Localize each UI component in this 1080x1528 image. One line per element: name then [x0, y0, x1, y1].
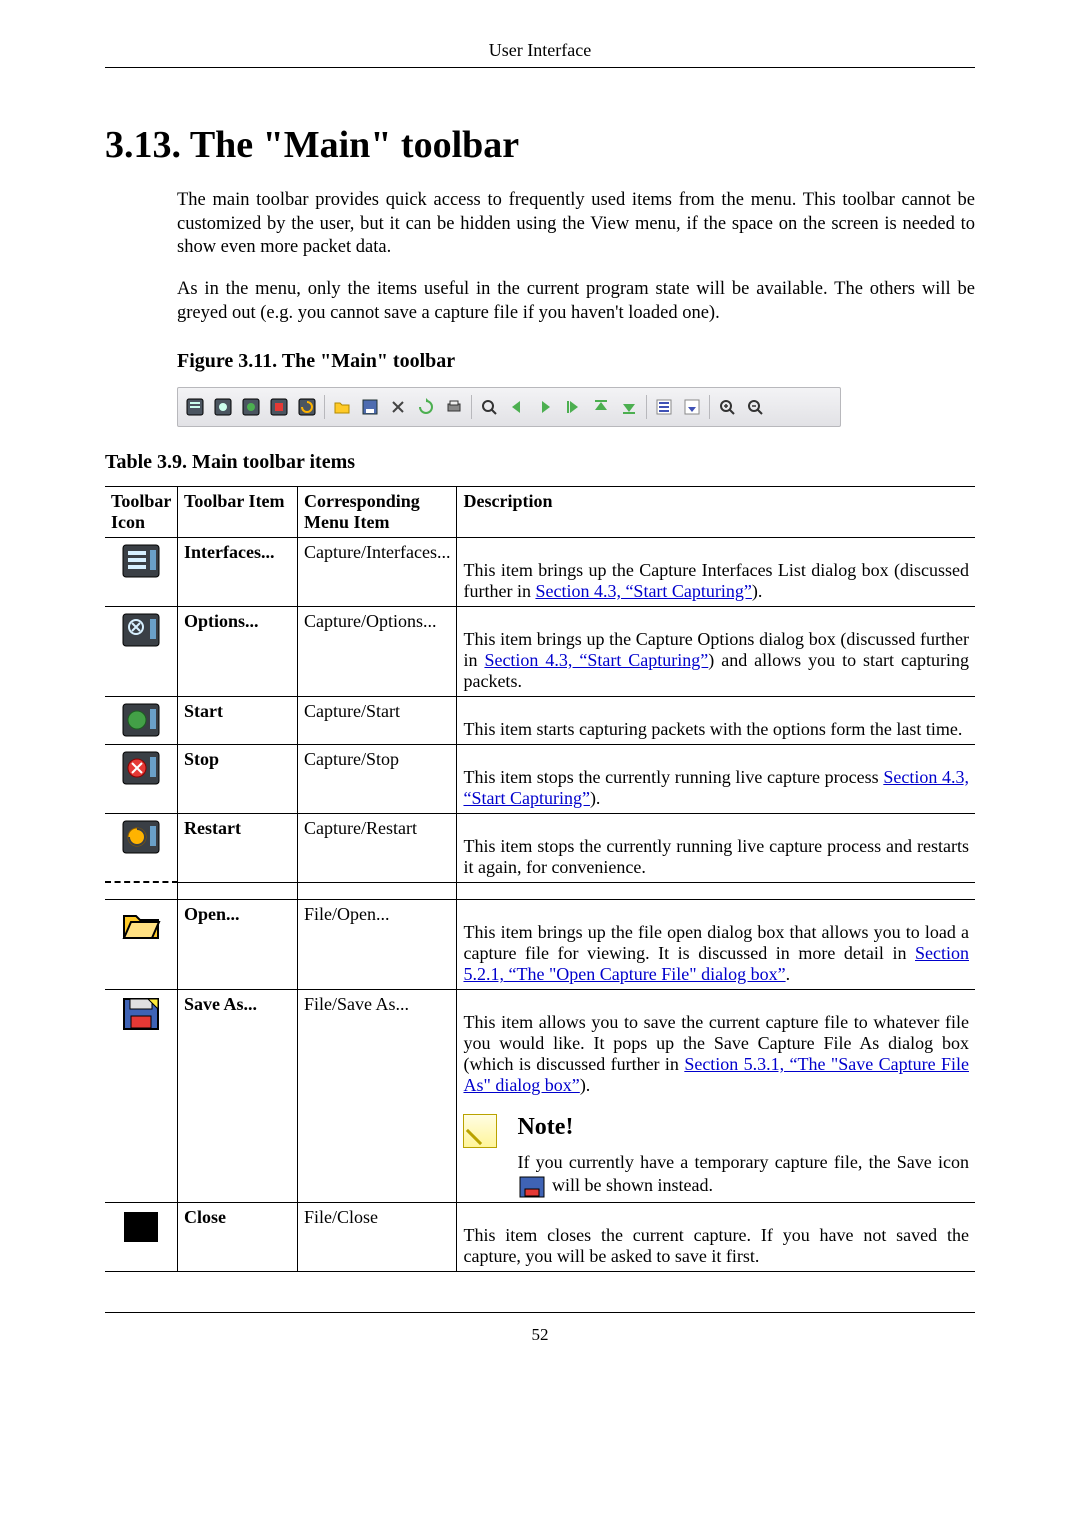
zoom-out-icon[interactable] [744, 396, 766, 418]
row-desc: This item brings up the file open dialog… [457, 900, 975, 990]
save-icon[interactable] [359, 396, 381, 418]
paragraph: The main toolbar provides quick access t… [177, 189, 975, 260]
row-item: Restart [178, 813, 298, 882]
table-row: Options... Capture/Options... This item … [105, 606, 975, 696]
row-item: Close [178, 1202, 298, 1271]
row-icon [105, 606, 178, 696]
find-icon[interactable] [478, 396, 500, 418]
th-icon: Toolbar Icon [105, 486, 178, 537]
table-row: Save As... File/Save As... This item all… [105, 990, 975, 1202]
table-row: Stop Capture/Stop This item stops the cu… [105, 744, 975, 813]
running-head: User Interface [105, 40, 975, 67]
row-icon [105, 990, 178, 1202]
close-icon[interactable] [387, 396, 409, 418]
row-item: Save As... [178, 990, 298, 1202]
bottom-icon[interactable] [618, 396, 640, 418]
save-icon-inline [519, 1176, 545, 1198]
table-caption: Table 3.9. Main toolbar items [105, 451, 975, 474]
jump-icon[interactable] [562, 396, 584, 418]
table-row: Start Capture/Start This item starts cap… [105, 696, 975, 744]
toolbar-separator [709, 395, 710, 419]
row-desc: This item stops the currently running li… [457, 813, 975, 882]
options-icon[interactable] [212, 396, 234, 418]
figure-caption: Figure 3.11. The "Main" toolbar [177, 349, 975, 375]
row-desc: This item brings up the Capture Interfac… [457, 537, 975, 606]
interfaces-icon[interactable] [184, 396, 206, 418]
table-row-separator [105, 882, 975, 900]
body-text: The main toolbar provides quick access t… [177, 189, 975, 427]
row-icon [105, 537, 178, 606]
stop-icon[interactable] [268, 396, 290, 418]
restart-icon[interactable] [296, 396, 318, 418]
section-title: 3.13. The "Main" toolbar [105, 123, 975, 167]
row-menu: Capture/Options... [298, 606, 457, 696]
row-icon [105, 1202, 178, 1271]
back-icon[interactable] [506, 396, 528, 418]
colorize-icon[interactable] [653, 396, 675, 418]
toolbar-separator [471, 395, 472, 419]
row-desc: This item starts capturing packets with … [457, 696, 975, 744]
row-icon [105, 813, 178, 882]
table-row: Open... File/Open... This item brings up… [105, 900, 975, 990]
header-rule [105, 67, 975, 68]
row-menu: File/Save As... [298, 990, 457, 1202]
table-row: Close File/Close This item closes the cu… [105, 1202, 975, 1271]
row-item: Start [178, 696, 298, 744]
row-desc: This item allows you to save the current… [457, 990, 975, 1202]
row-item: Options... [178, 606, 298, 696]
row-menu: File/Close [298, 1202, 457, 1271]
xref-link[interactable]: Section 4.3, “Start Capturing” [484, 650, 708, 670]
row-icon [105, 744, 178, 813]
row-icon [105, 696, 178, 744]
row-menu: Capture/Restart [298, 813, 457, 882]
row-menu: Capture/Stop [298, 744, 457, 813]
note-title: Note! [517, 1114, 969, 1141]
table-row: Interfaces... Capture/Interfaces... This… [105, 537, 975, 606]
th-menu: Corresponding Menu Item [298, 486, 457, 537]
row-item: Interfaces... [178, 537, 298, 606]
main-toolbar [177, 387, 841, 427]
row-menu: Capture/Interfaces... [298, 537, 457, 606]
th-desc: Description [457, 486, 975, 537]
zoom-in-icon[interactable] [716, 396, 738, 418]
th-item: Toolbar Item [178, 486, 298, 537]
toolbar-separator [646, 395, 647, 419]
print-icon[interactable] [443, 396, 465, 418]
table-row: Restart Capture/Restart This item stops … [105, 813, 975, 882]
note-text: If you currently have a temporary captur… [517, 1151, 969, 1197]
row-desc: This item brings up the Capture Options … [457, 606, 975, 696]
row-icon [105, 900, 178, 990]
footer-rule [105, 1312, 975, 1313]
row-desc: This item stops the currently running li… [457, 744, 975, 813]
note-box: Note! If you currently have a temporary … [463, 1114, 969, 1197]
open-icon[interactable] [331, 396, 353, 418]
toolbar-separator [324, 395, 325, 419]
row-desc: This item closes the current capture. If… [457, 1202, 975, 1271]
row-menu: Capture/Start [298, 696, 457, 744]
autoscroll-icon[interactable] [681, 396, 703, 418]
row-item: Stop [178, 744, 298, 813]
row-item: Open... [178, 900, 298, 990]
start-icon[interactable] [240, 396, 262, 418]
reload-icon[interactable] [415, 396, 437, 418]
toolbar-items-table: Toolbar Icon Toolbar Item Corresponding … [105, 486, 975, 1272]
note-icon [463, 1114, 497, 1148]
page-container: User Interface 3.13. The "Main" toolbar … [0, 0, 1080, 1385]
row-menu: File/Open... [298, 900, 457, 990]
paragraph: As in the menu, only the items useful in… [177, 278, 975, 325]
top-icon[interactable] [590, 396, 612, 418]
forward-icon[interactable] [534, 396, 556, 418]
xref-link[interactable]: Section 4.3, “Start Capturing” [535, 581, 751, 601]
page-number: 52 [105, 1325, 975, 1345]
